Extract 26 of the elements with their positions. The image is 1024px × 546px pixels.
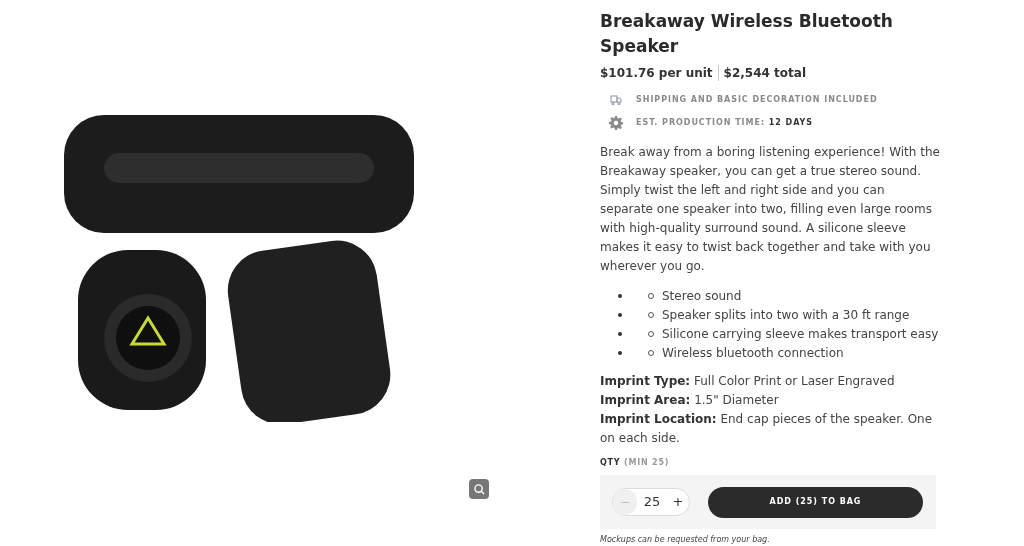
mockup-note: Mockups can be requested from your bag. <box>600 534 771 546</box>
quantity-value: 25 <box>642 493 662 512</box>
search-icon <box>473 483 485 495</box>
bullet-icon <box>618 350 622 355</box>
gear-icon <box>609 116 623 130</box>
zoom-button[interactable] <box>469 479 489 499</box>
product-title: Breakaway Wireless Bluetooth Speaker <box>600 10 894 58</box>
unit-price: $101.76 per unit <box>600 65 713 82</box>
spec-text: Imprint Location: End cap pieces of the speaker. One on each side. <box>600 411 934 447</box>
total-price: $2,544 total <box>723 65 806 82</box>
bullet-icon <box>618 312 622 317</box>
add-to-bag-button[interactable]: ADD (25) TO BAG <box>708 486 923 518</box>
increase-button[interactable]: + <box>667 489 689 515</box>
perk-text: EST. PRODUCTION TIME: 12 DAYS <box>636 117 814 129</box>
bullet-icon <box>618 331 622 336</box>
perk-text: SHIPPING AND BASIC DECORATION INCLUDED <box>636 94 878 106</box>
spec-text: Imprint Type: Full Color Print or Laser Engraved <box>600 373 896 390</box>
feature-text: Stereo sound <box>662 287 742 305</box>
feature-text: Silicone carrying sleeve makes transport easy <box>662 325 939 343</box>
spec-text: Imprint Area: 1.5" Diameter <box>600 392 780 409</box>
qty-label: QTY (MIN 25) <box>600 457 671 469</box>
feature-text: Wireless bluetooth connection <box>662 344 844 362</box>
product-description: Break away from a boring listening experience! With the Breakaway speaker, you can get a true stereo sound. Simply twist the left and right side and you can separate one speaker into two, filling even large rooms with high-quality surround sound. A silicone sleeve makes it easy to twist back together and take with you wherever you go. <box>600 144 940 275</box>
feature-text: Speaker splits into two with a 30 ft range <box>662 306 910 324</box>
truck-icon <box>610 95 622 105</box>
bullet-icon <box>618 293 622 298</box>
